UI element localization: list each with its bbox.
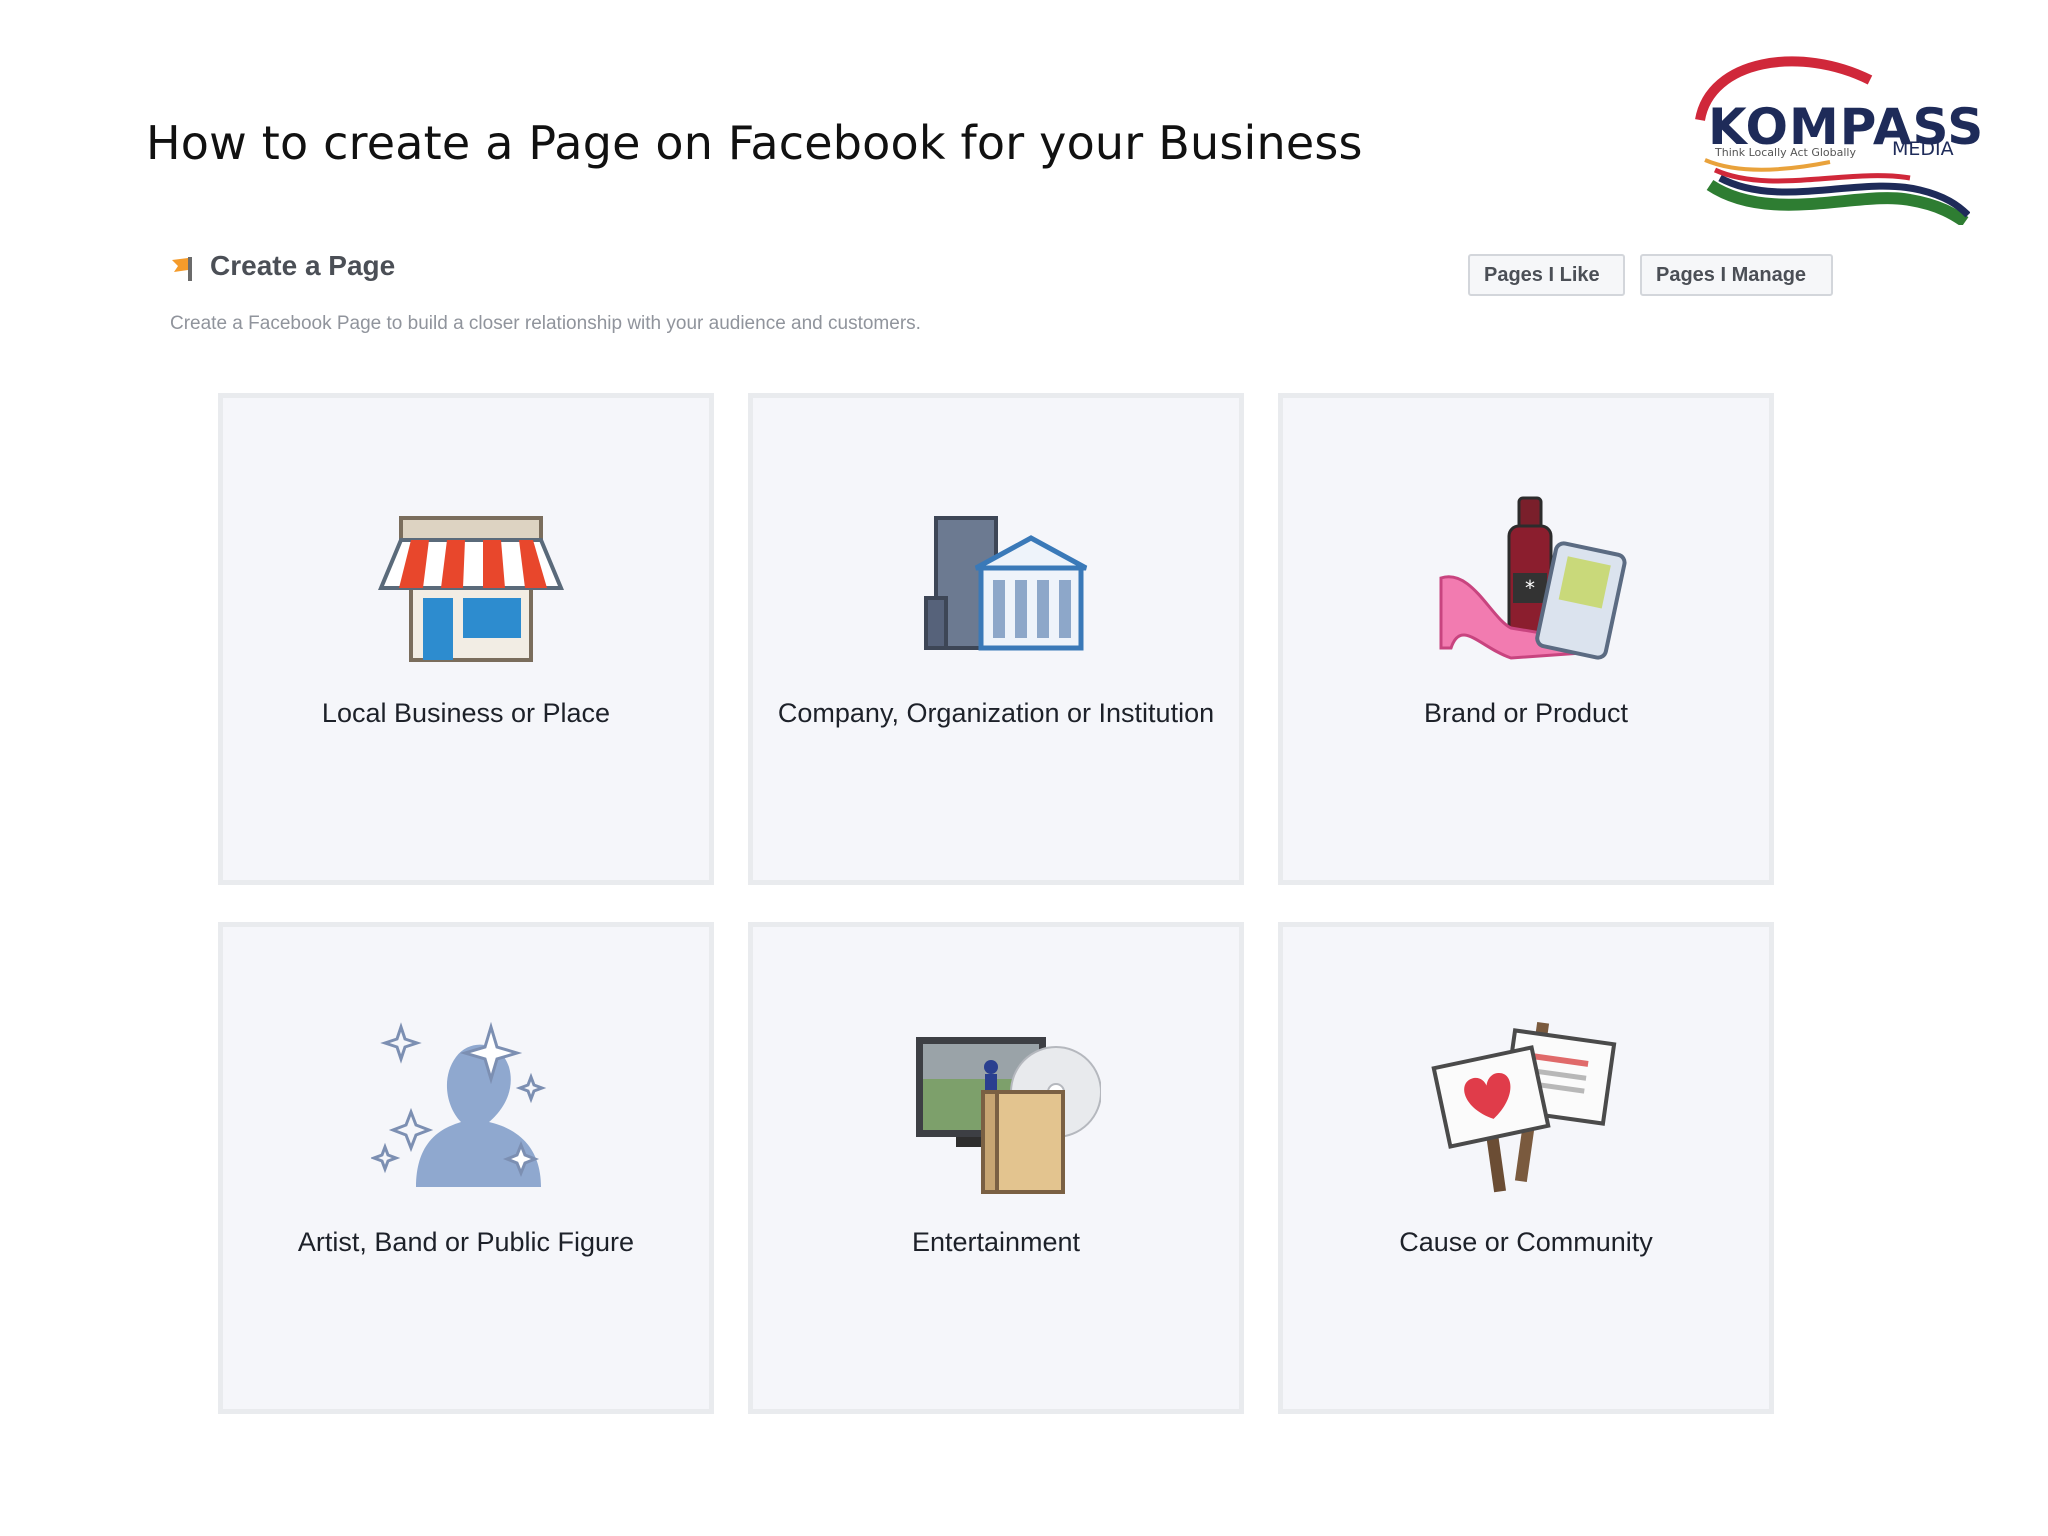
category-label: Company, Organization or Institution xyxy=(777,698,1215,728)
products-icon: * xyxy=(1439,496,1627,660)
logo-media-text: MEDIA xyxy=(1892,138,1954,160)
page-subtitle: Create a Facebook Page to build a closer… xyxy=(170,313,921,334)
logo-tagline: Think Locally Act Globally xyxy=(1715,146,1857,159)
page-title: Create a Page xyxy=(210,250,396,281)
category-tile-artist[interactable]: Artist, Band or Public Figure xyxy=(218,922,714,1414)
media-icon xyxy=(916,1037,1101,1194)
category-tile-local-business[interactable]: Local Business or Place xyxy=(218,393,714,885)
flag-icon xyxy=(172,257,192,281)
person-icon xyxy=(371,1021,547,1187)
signs-icon xyxy=(1431,1021,1617,1193)
svg-text:*: * xyxy=(1525,576,1535,600)
category-label: Local Business or Place xyxy=(321,698,611,728)
category-label: Brand or Product xyxy=(1423,698,1629,728)
category-tile-entertainment[interactable]: Entertainment xyxy=(748,922,1244,1414)
category-label: Artist, Band or Public Figure xyxy=(297,1227,635,1257)
category-tile-cause[interactable]: Cause or Community xyxy=(1278,922,1774,1414)
pages-i-manage-button[interactable]: Pages I Manage xyxy=(1640,254,1833,296)
category-tile-company[interactable]: Company, Organization or Institution xyxy=(748,393,1244,885)
slide-title: How to create a Page on Facebook for you… xyxy=(146,116,1363,170)
pages-i-like-button[interactable]: Pages I Like xyxy=(1468,254,1625,296)
buildings-icon xyxy=(924,516,1088,651)
category-label: Entertainment xyxy=(911,1227,1081,1257)
category-label: Cause or Community xyxy=(1399,1227,1653,1257)
category-tile-brand[interactable]: * Brand or Product xyxy=(1278,393,1774,885)
storefront-icon xyxy=(378,516,564,662)
kompass-logo: KOMPASS Think Locally Act Globally MEDIA xyxy=(1680,50,1983,227)
